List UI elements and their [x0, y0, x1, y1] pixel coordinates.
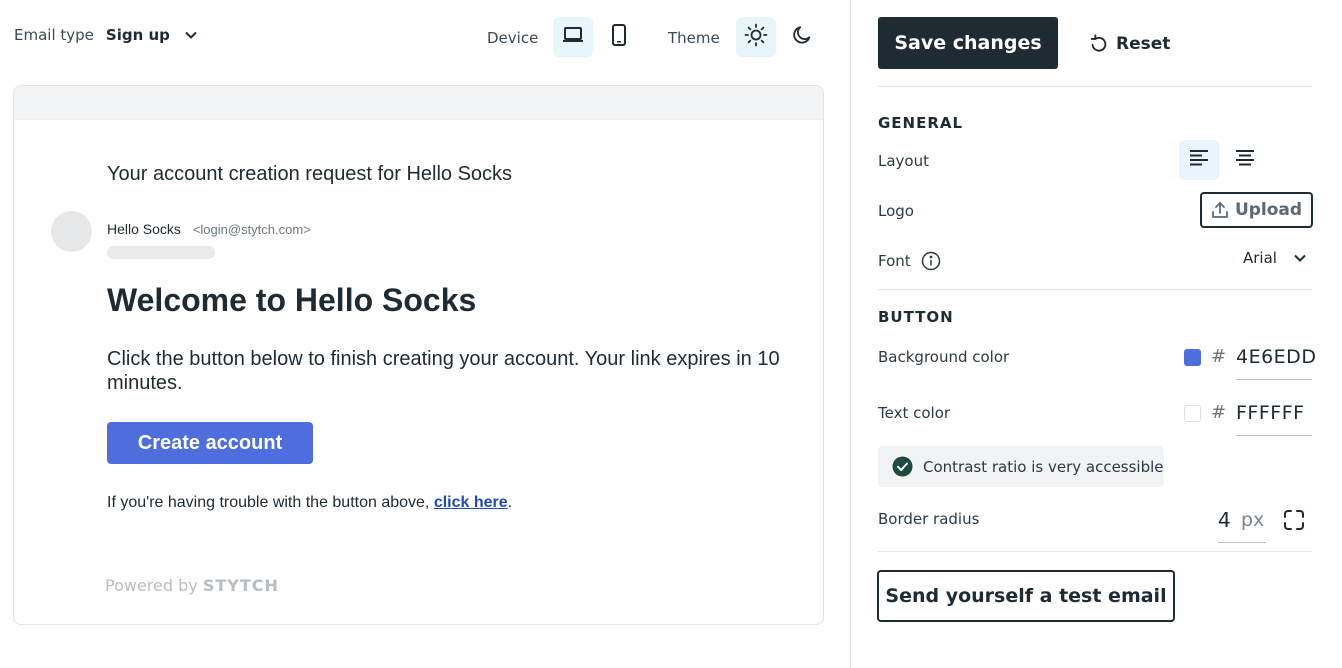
email-body: Click the button below to finish creatin… — [107, 348, 780, 394]
theme-dark-button[interactable] — [782, 17, 822, 57]
device-label: Device — [487, 29, 539, 47]
email-type-select[interactable]: Email type Sign up — [14, 26, 198, 44]
align-center-icon — [1234, 147, 1256, 173]
phone-icon — [607, 23, 631, 51]
powered-by-label: Powered by — [105, 576, 198, 595]
layout-label: Layout — [878, 152, 929, 170]
theme-label: Theme — [668, 29, 720, 47]
general-section-title: GENERAL — [878, 114, 964, 132]
bg-color-input[interactable]: 4E6EDD — [1236, 346, 1316, 368]
preview-text-placeholder — [107, 246, 215, 259]
save-changes-button[interactable]: Save changes — [878, 17, 1058, 69]
panel-divider — [850, 0, 851, 668]
text-color-label: Text color — [878, 404, 951, 422]
send-test-email-button[interactable]: Send yourself a test email — [877, 570, 1175, 622]
divider — [878, 86, 1312, 87]
moon-icon — [791, 24, 813, 50]
sender-name: Hello Socks — [107, 221, 181, 237]
sender-email: <login@stytch.com> — [192, 222, 311, 237]
device-mobile-button[interactable] — [599, 17, 639, 57]
email-heading: Welcome to Hello Socks — [107, 282, 477, 318]
contrast-status: Contrast ratio is very accessible — [878, 446, 1164, 487]
upload-icon — [1211, 201, 1229, 219]
layout-left-button[interactable] — [1179, 140, 1219, 180]
divider — [878, 289, 1312, 290]
font-label: Font — [878, 252, 911, 270]
upload-label: Upload — [1234, 200, 1303, 220]
corner-radius-icon[interactable] — [1283, 509, 1305, 531]
reset-label: Reset — [1116, 34, 1171, 54]
reset-button[interactable]: Reset — [1088, 30, 1170, 58]
contrast-text: Contrast ratio is very accessible — [923, 457, 1164, 476]
sun-icon — [744, 23, 768, 51]
laptop-icon — [561, 23, 585, 51]
font-select[interactable]: Arial — [1243, 249, 1307, 267]
info-icon[interactable] — [921, 251, 941, 271]
input-underline — [1236, 379, 1312, 380]
logo-label: Logo — [878, 202, 914, 220]
email-type-label: Email type — [14, 26, 94, 44]
font-value: Arial — [1243, 249, 1277, 267]
chevron-down-icon[interactable] — [184, 28, 198, 42]
create-account-button[interactable]: Create account — [107, 422, 313, 464]
preview-header-bar — [14, 86, 823, 120]
font-row: Font — [878, 251, 941, 271]
email-type-value[interactable]: Sign up — [106, 26, 170, 44]
layout-center-button[interactable] — [1225, 140, 1265, 180]
divider — [878, 551, 1312, 552]
email-subject: Your account creation request for Hello … — [107, 163, 513, 185]
bg-color-swatch[interactable] — [1184, 349, 1201, 366]
theme-light-button[interactable] — [736, 17, 776, 57]
chevron-down-icon — [1293, 251, 1307, 265]
reset-icon — [1088, 33, 1110, 55]
border-radius-input[interactable]: 4 — [1218, 508, 1231, 532]
input-underline — [1218, 542, 1266, 543]
button-section-title: BUTTON — [878, 308, 954, 326]
hash-symbol: # — [1211, 402, 1227, 423]
powered-by: Powered by STYTCH — [105, 576, 279, 595]
bg-color-label: Background color — [878, 348, 1010, 366]
trouble-message: If you're having trouble with the button… — [107, 494, 430, 511]
hash-symbol: # — [1211, 346, 1227, 367]
text-color-swatch[interactable] — [1184, 405, 1201, 422]
stytch-logo: STYTCH — [202, 576, 279, 595]
align-left-icon — [1188, 147, 1210, 173]
input-underline — [1236, 435, 1312, 436]
check-circle-icon — [892, 456, 913, 477]
trouble-text: If you're having trouble with the button… — [107, 494, 512, 512]
preview-toolbar: Email type Sign up Device Theme — [0, 0, 850, 76]
upload-logo-button[interactable]: Upload — [1200, 192, 1313, 228]
border-radius-unit: px — [1241, 509, 1265, 531]
sender-line: Hello Socks <login@stytch.com> — [107, 221, 311, 237]
sender-avatar — [51, 211, 92, 252]
border-radius-label: Border radius — [878, 510, 980, 528]
trouble-end: . — [507, 494, 513, 511]
device-desktop-button[interactable] — [553, 17, 593, 57]
click-here-link[interactable]: click here — [434, 494, 508, 511]
text-color-input[interactable]: FFFFFF — [1236, 402, 1305, 424]
email-preview: Your account creation request for Hello … — [13, 85, 824, 625]
